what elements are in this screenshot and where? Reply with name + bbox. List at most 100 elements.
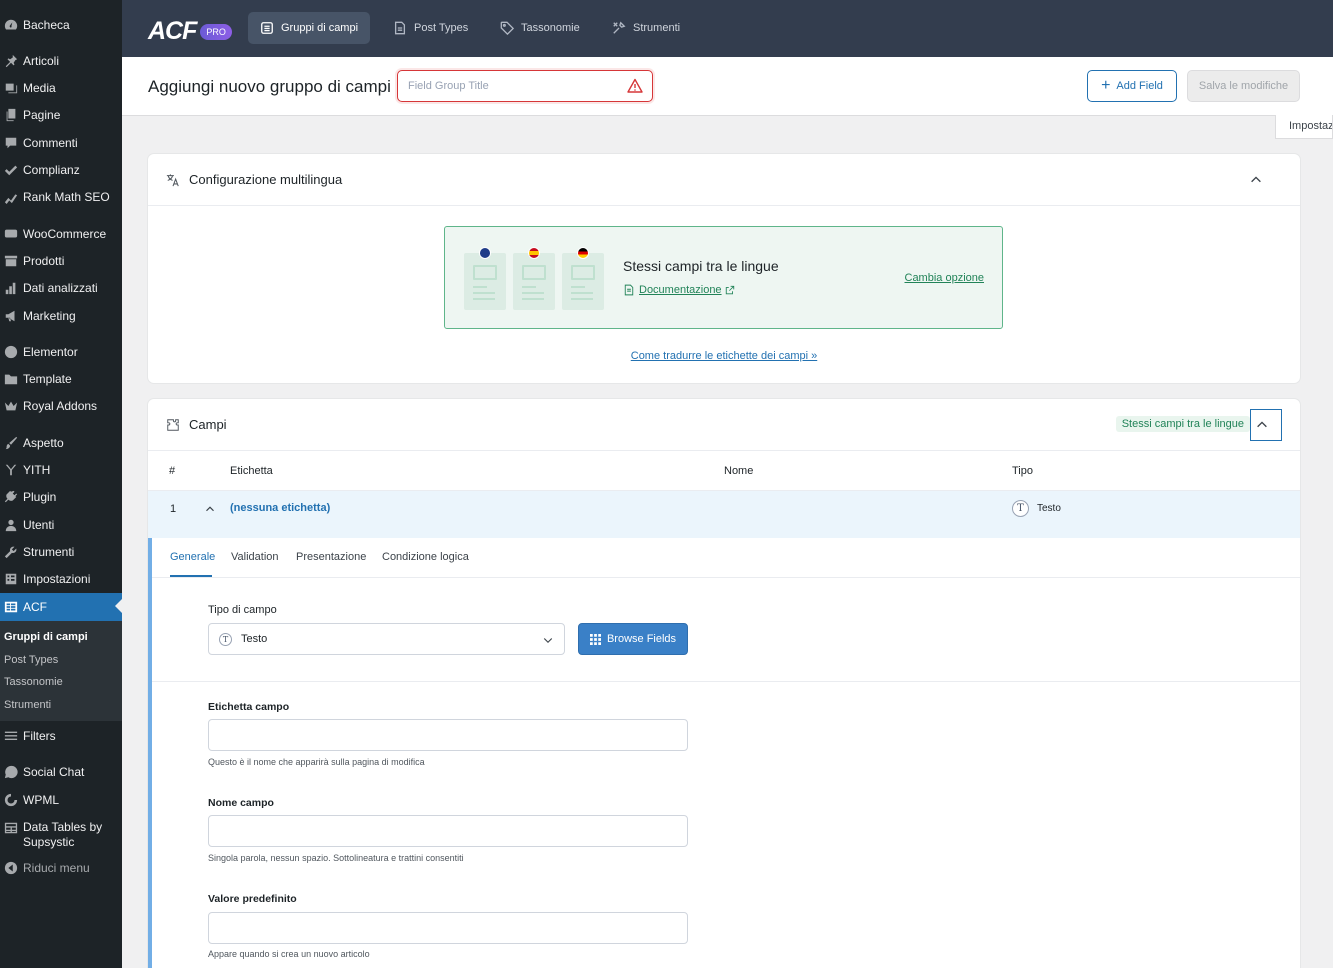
submenu-strumenti[interactable]: Strumenti bbox=[4, 699, 51, 711]
grid-icon bbox=[2, 820, 20, 836]
submenu-tassonomie[interactable]: Tassonomie bbox=[4, 676, 63, 688]
translate-labels-link[interactable]: Come tradurre le etichette dei campi » bbox=[148, 350, 1300, 362]
screen-settings-tab[interactable]: Impostazioni bbox=[1275, 115, 1333, 139]
menu-item-strumenti[interactable]: Strumenti bbox=[0, 538, 122, 565]
document-illustration bbox=[513, 247, 555, 310]
tag-icon bbox=[500, 21, 514, 35]
multilingual-panel-header[interactable]: Configurazione multilingua bbox=[148, 154, 1300, 206]
menu-item-template[interactable]: Template bbox=[0, 365, 122, 392]
pin-icon bbox=[2, 53, 20, 69]
collapse-icon bbox=[2, 860, 20, 876]
chart-icon bbox=[2, 189, 20, 205]
field-settings-tabs: Generale Validation Presentazione Condiz… bbox=[152, 538, 1300, 578]
menu-item-filters[interactable]: Filters bbox=[0, 722, 122, 749]
menu-item-media[interactable]: Media bbox=[0, 74, 122, 101]
fields-panel: Campi Stessi campi tra le lingue # Etich… bbox=[148, 399, 1300, 968]
filter-icon bbox=[2, 728, 20, 744]
tab-tassonomie[interactable]: Tassonomie bbox=[488, 12, 592, 44]
tab-gruppi-di-campi[interactable]: Gruppi di campi bbox=[248, 12, 371, 44]
menu-item-elementor[interactable]: Elementor bbox=[0, 338, 122, 365]
active-tab-indicator bbox=[170, 575, 212, 577]
menu-item-data-tables[interactable]: Data Tables by Supsystic bbox=[0, 820, 122, 854]
change-option-link[interactable]: Cambia opzione bbox=[905, 272, 985, 284]
fields-table-header: # Etichetta Nome Tipo bbox=[148, 451, 1300, 491]
menu-item-aspetto[interactable]: Aspetto bbox=[0, 429, 122, 456]
crown-icon bbox=[2, 398, 20, 414]
menu-item-yith[interactable]: YITH bbox=[0, 456, 122, 483]
menu-item-impostazioni[interactable]: Impostazioni bbox=[0, 565, 122, 592]
col-name: Nome bbox=[724, 465, 754, 477]
field-name-label: Nome campo bbox=[208, 797, 274, 809]
tab-validation[interactable]: Validation bbox=[231, 551, 279, 563]
bar-chart-icon bbox=[2, 280, 20, 296]
field-label-label: Etichetta campo bbox=[208, 701, 290, 713]
menu-item-bacheca[interactable]: Bacheca bbox=[0, 11, 122, 38]
save-changes-button[interactable]: Salva le modifiche bbox=[1187, 70, 1300, 102]
add-field-button[interactable]: + Add Field bbox=[1087, 70, 1177, 102]
tab-post-types[interactable]: Post Types bbox=[381, 12, 480, 44]
field-groups-icon bbox=[261, 22, 273, 34]
chevron-up-icon[interactable] bbox=[1249, 173, 1263, 187]
menu-item-complianz[interactable]: Complianz bbox=[0, 156, 122, 183]
field-type-select[interactable]: T Testo bbox=[208, 623, 565, 655]
menu-item-rank-math[interactable]: Rank Math SEO bbox=[0, 183, 122, 210]
page-title: Aggiungi nuovo gruppo di campi bbox=[148, 77, 391, 96]
default-value-help: Appare quando si crea un nuovo articolo bbox=[208, 949, 370, 959]
germany-flag-icon bbox=[577, 247, 589, 259]
tab-presentazione[interactable]: Presentazione bbox=[296, 551, 366, 563]
field-label-link[interactable]: (nessuna etichetta) bbox=[230, 502, 330, 514]
tab-condizione-logica[interactable]: Condizione logica bbox=[382, 551, 469, 563]
submenu-gruppi-di-campi[interactable]: Gruppi di campi bbox=[4, 631, 88, 643]
default-value-input[interactable] bbox=[208, 912, 688, 944]
browse-fields-button[interactable]: Browse Fields bbox=[578, 623, 688, 655]
megaphone-icon bbox=[2, 308, 20, 324]
archive-icon bbox=[2, 253, 20, 269]
same-fields-title: Stessi campi tra le lingue bbox=[623, 258, 779, 274]
tab-generale[interactable]: Generale bbox=[170, 551, 215, 563]
field-label-help: Questo è il nome che apparirà sulla pagi… bbox=[208, 757, 425, 767]
menu-item-marketing[interactable]: Marketing bbox=[0, 302, 122, 329]
text-type-icon: T bbox=[219, 632, 232, 646]
document-icon bbox=[624, 284, 634, 296]
field-type: T Testo bbox=[1012, 500, 1061, 517]
field-type-label: Tipo di campo bbox=[208, 604, 277, 616]
wrench-icon bbox=[2, 544, 20, 560]
collapse-menu-button[interactable]: Riduci menu bbox=[0, 854, 122, 881]
col-type: Tipo bbox=[1012, 465, 1033, 477]
field-group-title-input[interactable] bbox=[397, 70, 653, 102]
documentation-link[interactable]: Documentazione bbox=[623, 284, 735, 296]
field-name-input[interactable] bbox=[208, 815, 688, 847]
menu-item-woocommerce[interactable]: WooCommerce bbox=[0, 220, 122, 247]
collapse-fields-button[interactable] bbox=[1250, 409, 1282, 441]
chevron-down-icon bbox=[543, 638, 553, 644]
yith-icon bbox=[2, 462, 20, 478]
menu-item-royal-addons[interactable]: Royal Addons bbox=[0, 392, 122, 419]
post-types-icon bbox=[394, 21, 406, 35]
page-header: Aggiungi nuovo gruppo di campi + Add Fie… bbox=[122, 57, 1333, 116]
acf-logo: ACF PRO bbox=[148, 17, 232, 46]
table-row[interactable]: 1 (nessuna etichetta) T Testo bbox=[148, 491, 1300, 538]
pro-badge: PRO bbox=[200, 23, 232, 40]
menu-item-dati-analizzati[interactable]: Dati analizzati bbox=[0, 274, 122, 301]
menu-item-articoli[interactable]: Articoli bbox=[0, 47, 122, 74]
menu-item-prodotti[interactable]: Prodotti bbox=[0, 247, 122, 274]
field-label-input[interactable] bbox=[208, 719, 688, 751]
external-link-icon bbox=[725, 285, 734, 295]
field-number: 1 bbox=[170, 503, 177, 515]
menu-item-acf[interactable]: ACF bbox=[0, 593, 122, 621]
menu-item-plugin[interactable]: Plugin bbox=[0, 483, 122, 510]
menu-item-wpml[interactable]: WPML bbox=[0, 786, 122, 813]
comment-icon bbox=[2, 135, 20, 151]
chevron-up-icon[interactable] bbox=[203, 502, 217, 516]
acf-topbar: ACF PRO Gruppi di campi Post Types Tasso… bbox=[122, 0, 1333, 57]
menu-item-utenti[interactable]: Utenti bbox=[0, 511, 122, 538]
wpml-icon bbox=[2, 792, 20, 808]
menu-item-commenti[interactable]: Commenti bbox=[0, 129, 122, 156]
text-type-icon: T bbox=[1012, 500, 1029, 517]
menu-item-pagine[interactable]: Pagine bbox=[0, 101, 122, 128]
tab-strumenti[interactable]: Strumenti bbox=[600, 12, 692, 44]
plug-icon bbox=[2, 489, 20, 505]
spain-flag-icon bbox=[528, 247, 540, 259]
menu-item-social-chat[interactable]: Social Chat bbox=[0, 758, 122, 785]
submenu-post-types[interactable]: Post Types bbox=[4, 654, 58, 666]
